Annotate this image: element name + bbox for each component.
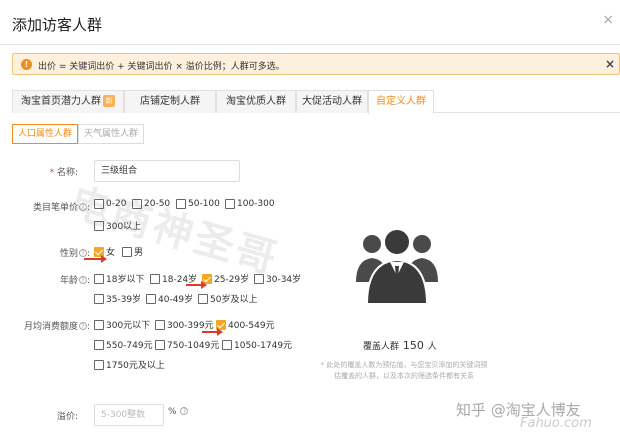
checkbox[interactable] [198,293,208,304]
option-label: 1750元及以上 [106,361,165,371]
checkbox[interactable] [94,273,104,284]
close-icon[interactable]: × [602,12,614,28]
option-label: 女 [106,248,116,258]
age-option[interactable]: 35-39岁 [94,292,141,305]
checkbox[interactable] [122,246,132,257]
tab-homepage-potential[interactable]: 淘宝首页潜力人群新 [12,90,124,113]
tab-custom[interactable]: 自定义人群 [368,90,434,114]
new-badge: 新 [103,95,115,107]
tab-label: 淘宝优质人群 [226,96,286,107]
watermark-en: Fahuo.com [520,416,592,431]
help-icon: ? [78,322,87,330]
subtab-demographic[interactable]: 人口属性人群 [12,124,78,144]
coverage-count: 150 [402,339,424,352]
red-arrow [202,328,223,336]
audience-tabs: 淘宝首页潜力人群新 店铺定制人群 淘宝优质人群 大促活动人群 自定义人群 [12,90,620,114]
checkbox[interactable] [146,293,156,304]
gender-label-text: 性别 [59,249,78,259]
spend-option[interactable]: 300-399元 [155,318,214,331]
tab-label: 大促活动人群 [302,96,362,107]
checkbox[interactable] [225,199,235,209]
tab-label: 淘宝首页潜力人群 [21,96,101,107]
checkbox[interactable] [94,339,104,350]
tab-promotion[interactable]: 大促活动人群 [296,90,368,113]
notice-text: 出价 = 关键词出价 + 关键词出价 × 溢价比例；人群可多选。 [38,62,285,72]
checkbox[interactable] [150,273,160,284]
age-label-text: 年龄 [59,276,78,286]
required-mark: * [49,168,55,178]
age-option[interactable]: 40-49岁 [146,292,193,305]
checkbox[interactable] [94,319,104,330]
option-label: 1050-1749元 [234,341,293,351]
percent-sign: % [168,407,177,417]
warning-icon: ! [21,59,32,70]
spend-option-selected[interactable]: 400-549元 [216,318,275,331]
spend-option[interactable]: 300元以下 [94,318,150,331]
checkbox[interactable] [94,359,104,370]
spend-option[interactable]: 1050-1749元 [222,338,292,351]
premium-unit: % ? [168,407,189,417]
watermark-main: 电商神圣哥 [64,179,284,284]
checkbox[interactable] [155,339,165,350]
option-label: 50岁及以上 [210,295,258,305]
coverage-prefix: 覆盖人群 [363,342,400,352]
title-divider [0,44,620,45]
audience-group-icon [356,228,438,305]
coverage-unit: 人 [427,342,437,352]
tab-store-custom[interactable]: 店铺定制人群 [124,90,216,113]
red-arrow [84,255,107,263]
option-label: 300-399元 [167,321,214,331]
help-icon: ? [78,276,87,284]
spend-option[interactable]: 550-749元 [94,338,153,351]
monthly-spend-label: 月均消费额度?: [23,322,90,332]
coverage-note: * 此处的覆盖人数为预估值，与您宝贝添加的关键词预估覆盖的人群，以及本次的筛选条… [320,361,488,380]
dialog-title: 添加访客人群 [12,16,103,34]
monthly-spend-label-text: 月均消费额度 [23,322,78,332]
option-label: 35-39岁 [106,295,142,305]
name-label-text: 名称: [56,168,78,178]
coverage-summary: 覆盖人群 150 人 [363,339,437,352]
name-label: * 名称: [20,165,78,178]
tab-label: 店铺定制人群 [140,96,200,107]
help-icon: ? [78,249,87,257]
checkbox[interactable] [222,339,232,350]
checkbox[interactable] [155,319,165,330]
option-label: 300元以下 [106,321,151,331]
checkbox[interactable] [94,293,104,304]
option-label: 100-300 [237,199,275,209]
option-label: 550-749元 [106,341,153,351]
option-label: 40-49岁 [158,295,194,305]
name-input[interactable]: 三级组合 [94,160,240,182]
category-price-option[interactable]: 100-300 [225,199,275,209]
help-icon: ? [180,407,189,415]
notice-bar: ! 出价 = 关键词出价 + 关键词出价 × 溢价比例；人群可多选。 × [12,53,620,75]
age-option[interactable]: 18岁以下 [94,272,144,285]
option-label: 18岁以下 [106,275,145,285]
red-arrow [186,281,207,289]
option-label: 750-1049元 [167,341,220,351]
notice-close-icon[interactable]: × [605,57,615,71]
premium-input[interactable]: 5-300整数 [94,404,164,426]
tab-label: 自定义人群 [376,96,426,107]
age-option[interactable]: 50岁及以上 [198,292,257,305]
age-label: 年龄?: [59,276,90,286]
option-label: 400-549元 [228,321,275,331]
premium-label: 溢价: [56,412,78,422]
gender-label: 性别?: [59,249,90,259]
tab-taobao-quality[interactable]: 淘宝优质人群 [216,90,296,113]
subtab-weather[interactable]: 天气属性人群 [78,124,144,144]
spend-option[interactable]: 750-1049元 [155,338,219,351]
spend-option[interactable]: 1750元及以上 [94,358,165,371]
